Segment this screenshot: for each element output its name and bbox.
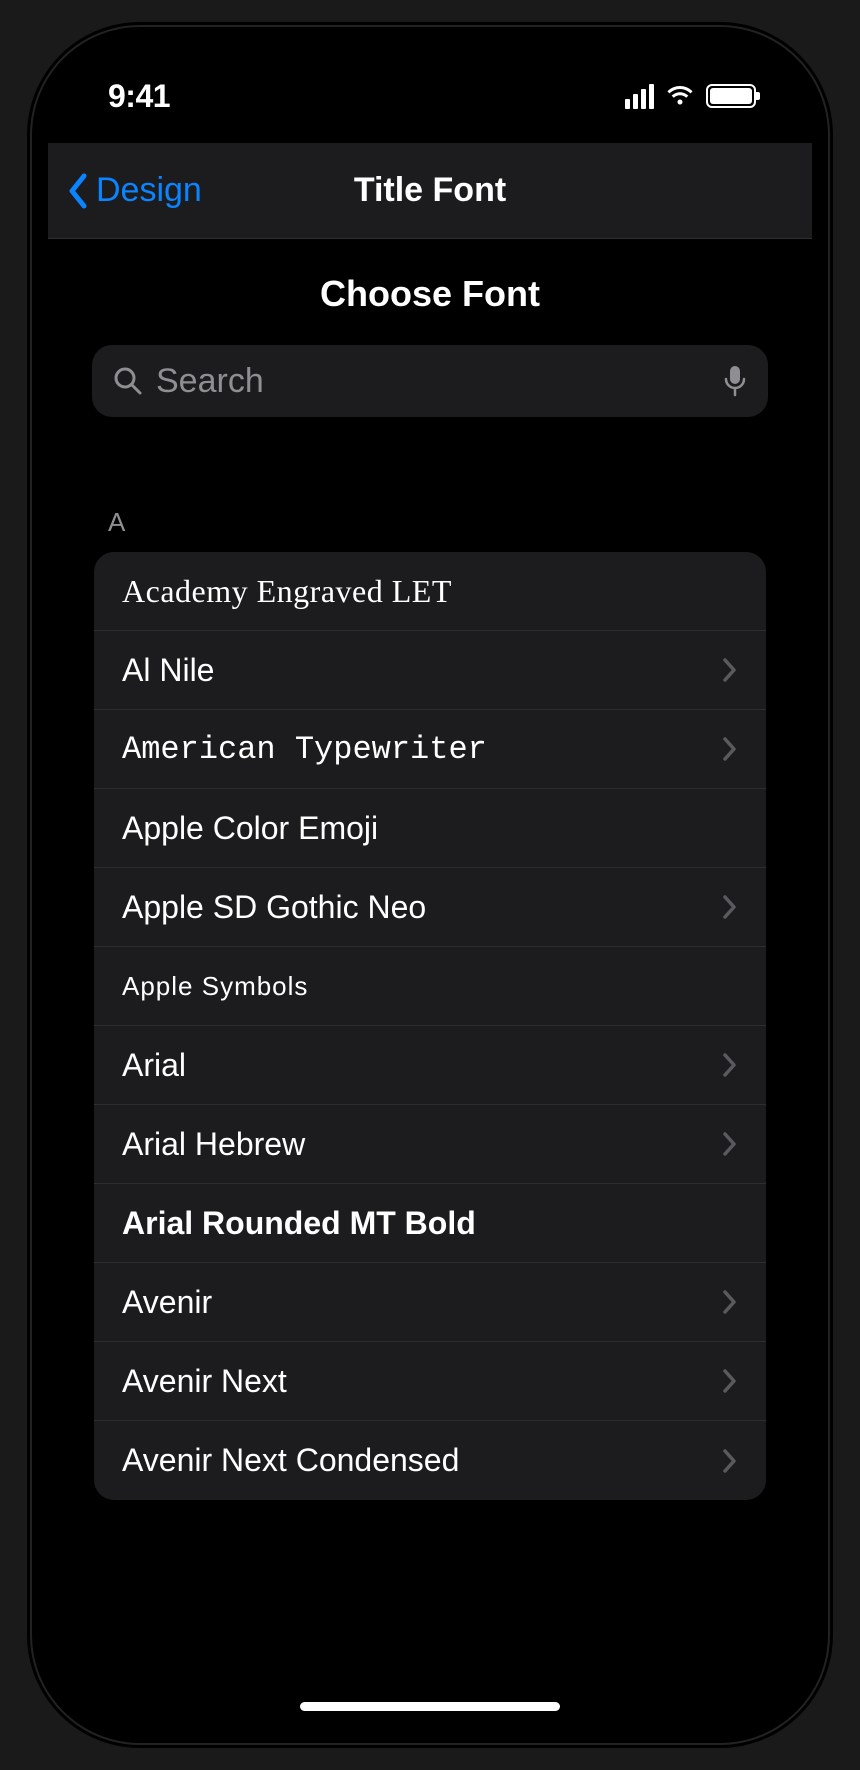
font-name-label: Avenir Next xyxy=(122,1363,287,1400)
font-row[interactable]: Avenir Next Condensed xyxy=(94,1421,766,1500)
battery-icon xyxy=(706,84,756,108)
chevron-right-icon xyxy=(722,1289,738,1315)
font-row[interactable]: Al Nile xyxy=(94,631,766,710)
content: Choose Font Search A Academy Engraved LE… xyxy=(48,239,812,1500)
chevron-right-icon xyxy=(722,736,738,762)
font-name-label: Al Nile xyxy=(122,652,214,689)
chevron-right-icon xyxy=(722,894,738,920)
search-input[interactable]: Search xyxy=(92,345,768,417)
font-name-label: American Typewriter xyxy=(122,731,487,768)
chevron-right-icon xyxy=(722,1131,738,1157)
home-indicator[interactable] xyxy=(300,1702,560,1711)
wifi-icon xyxy=(664,84,696,108)
back-button[interactable]: Design xyxy=(48,171,202,210)
font-row[interactable]: Apple Symbols xyxy=(94,947,766,1026)
nav-bar: Design Title Font xyxy=(48,143,812,239)
font-row[interactable]: Arial Hebrew xyxy=(94,1105,766,1184)
phone-frame: 9:41 Design Title Font xyxy=(30,25,830,1745)
font-row[interactable]: Apple Color Emoji xyxy=(94,789,766,868)
font-list: Academy Engraved LET Al Nile American Type… xyxy=(94,552,766,1500)
status-bar: 9:41 xyxy=(48,43,812,143)
font-name-label: Arial xyxy=(122,1047,186,1084)
font-row[interactable]: American Typewriter xyxy=(94,710,766,789)
font-name-label: Avenir Next Condensed xyxy=(122,1442,459,1479)
font-row[interactable]: Academy Engraved LET xyxy=(94,552,766,631)
cellular-icon xyxy=(625,84,654,109)
chevron-left-icon xyxy=(66,172,90,210)
font-row[interactable]: Arial Rounded MT Bold xyxy=(94,1184,766,1263)
status-icons xyxy=(625,78,756,109)
search-placeholder: Search xyxy=(156,362,710,401)
microphone-icon[interactable] xyxy=(722,364,748,398)
search-icon xyxy=(112,365,144,397)
font-name-label: Apple Symbols xyxy=(122,971,308,1002)
font-name-label: Arial Hebrew xyxy=(122,1126,305,1163)
choose-font-heading: Choose Font xyxy=(48,239,812,345)
search-container: Search xyxy=(48,345,812,437)
chevron-right-icon xyxy=(722,1052,738,1078)
chevron-right-icon xyxy=(722,1368,738,1394)
font-name-label: Apple Color Emoji xyxy=(122,810,378,847)
font-name-label: Arial Rounded MT Bold xyxy=(122,1205,476,1242)
chevron-right-icon xyxy=(722,657,738,683)
font-row[interactable]: Avenir Next xyxy=(94,1342,766,1421)
chevron-right-icon xyxy=(722,1448,738,1474)
font-row[interactable]: Apple SD Gothic Neo xyxy=(94,868,766,947)
font-name-label: Avenir xyxy=(122,1284,212,1321)
screen: 9:41 Design Title Font xyxy=(48,43,812,1727)
font-name-label: Academy Engraved LET xyxy=(122,573,452,610)
section-header-a: A xyxy=(48,437,812,552)
font-name-label: Apple SD Gothic Neo xyxy=(122,889,426,926)
back-label: Design xyxy=(96,171,202,210)
font-row[interactable]: Arial xyxy=(94,1026,766,1105)
status-time: 9:41 xyxy=(108,72,170,115)
font-row[interactable]: Avenir xyxy=(94,1263,766,1342)
